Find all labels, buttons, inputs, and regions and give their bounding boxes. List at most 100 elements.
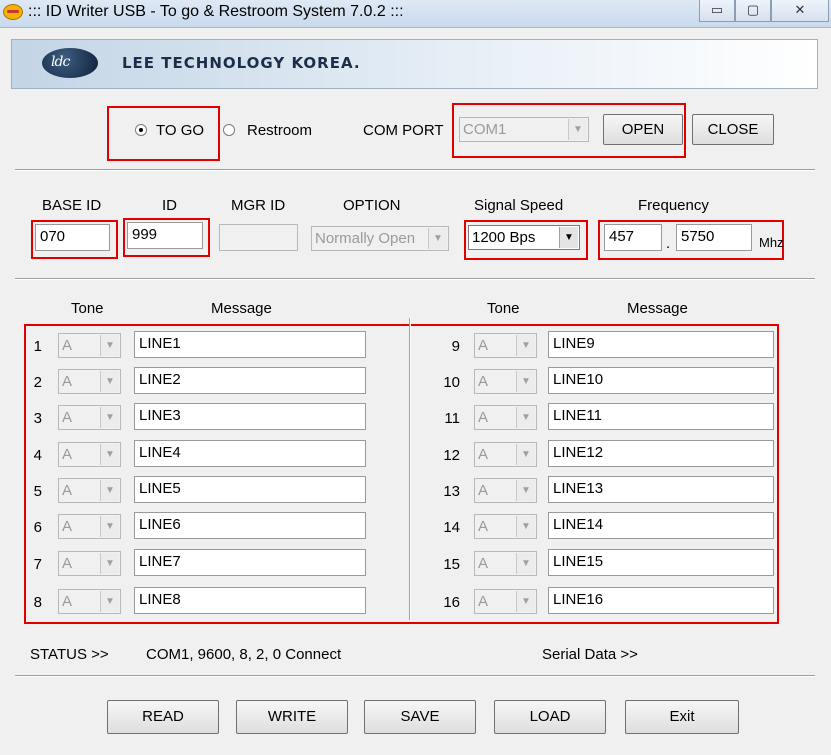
restroom-radio[interactable] (223, 124, 235, 136)
frequency-minor-input[interactable]: 5750 (676, 224, 752, 251)
com-port-select[interactable]: COM1 ▼ (459, 117, 589, 142)
signal-speed-value: 1200 Bps (472, 229, 536, 246)
mgr-id-label: MGR ID (231, 197, 286, 214)
minimize-button[interactable]: ▭ (699, 0, 735, 22)
option-value: Normally Open (315, 230, 416, 247)
chevron-down-icon: ▼ (100, 335, 119, 356)
logo-text: ldc (51, 54, 70, 70)
line-number: 3 (33, 410, 42, 427)
mgr-id-input[interactable] (219, 224, 298, 251)
tone-select[interactable]: A ▼ (58, 333, 121, 358)
load-button[interactable]: LOAD (494, 700, 606, 734)
message-input[interactable]: LINE16 (548, 587, 774, 614)
message-input[interactable]: LINE9 (548, 331, 774, 358)
tone-value: A (478, 482, 489, 499)
company-banner: ldc LEE TECHNOLOGY KOREA. (11, 39, 818, 89)
tone-select[interactable]: A ▼ (58, 478, 121, 503)
frequency-major-input[interactable]: 457 (604, 224, 662, 251)
id-input[interactable]: 999 (127, 222, 203, 249)
tone-value: A (62, 593, 73, 610)
tone-select[interactable]: A ▼ (58, 442, 121, 467)
write-button[interactable]: WRITE (236, 700, 348, 734)
close-window-button[interactable]: ✕ (771, 0, 829, 22)
chevron-down-icon: ▼ (516, 371, 535, 392)
chevron-down-icon: ▼ (559, 227, 578, 248)
tone-value: A (478, 555, 489, 572)
option-label: OPTION (343, 197, 401, 214)
message-input[interactable]: LINE14 (548, 512, 774, 539)
tone-select[interactable]: A ▼ (474, 551, 537, 576)
line-number: 16 (443, 594, 460, 611)
tone-select[interactable]: A ▼ (58, 369, 121, 394)
close-port-button[interactable]: CLOSE (692, 114, 774, 145)
message-input[interactable]: LINE4 (134, 440, 366, 467)
divider (15, 169, 815, 171)
divider (15, 278, 815, 280)
tone-value: A (62, 446, 73, 463)
tone-value: A (478, 518, 489, 535)
title-bar: ::: ID Writer USB - To go & Restroom Sys… (0, 0, 831, 28)
restroom-label[interactable]: Restroom (247, 122, 312, 139)
message-input[interactable]: LINE8 (134, 587, 366, 614)
signal-speed-select[interactable]: 1200 Bps ▼ (468, 225, 580, 250)
tone-select[interactable]: A ▼ (58, 514, 121, 539)
line-number: 12 (443, 447, 460, 464)
message-input[interactable]: LINE1 (134, 331, 366, 358)
line-number: 15 (443, 556, 460, 573)
message-input[interactable]: LINE7 (134, 549, 366, 576)
line-number: 2 (33, 374, 42, 391)
option-select[interactable]: Normally Open ▼ (311, 226, 449, 251)
message-input[interactable]: LINE11 (548, 403, 774, 430)
tone-select[interactable]: A ▼ (474, 333, 537, 358)
tone-select[interactable]: A ▼ (474, 478, 537, 503)
base-id-label: BASE ID (42, 197, 102, 214)
message-input[interactable]: LINE12 (548, 440, 774, 467)
com-port-value: COM1 (463, 121, 507, 138)
message-input[interactable]: LINE15 (548, 549, 774, 576)
id-label: ID (162, 197, 177, 214)
tone-select[interactable]: A ▼ (58, 551, 121, 576)
chevron-down-icon: ▼ (516, 553, 535, 574)
chevron-down-icon: ▼ (100, 553, 119, 574)
line-number: 10 (443, 374, 460, 391)
tone-value: A (62, 555, 73, 572)
message-input[interactable]: LINE5 (134, 476, 366, 503)
open-button[interactable]: OPEN (603, 114, 683, 145)
message-header-left: Message (211, 300, 272, 317)
message-header-right: Message (627, 300, 688, 317)
tone-value: A (62, 409, 73, 426)
base-id-input[interactable]: 070 (35, 224, 110, 251)
frequency-separator: . (666, 235, 671, 252)
line-number: 7 (33, 556, 42, 573)
status-value: COM1, 9600, 8, 2, 0 Connect (146, 646, 342, 663)
tone-select[interactable]: A ▼ (474, 369, 537, 394)
tone-select[interactable]: A ▼ (474, 514, 537, 539)
message-input[interactable]: LINE3 (134, 403, 366, 430)
message-input[interactable]: LINE6 (134, 512, 366, 539)
chevron-down-icon: ▼ (100, 480, 119, 501)
line-number: 1 (33, 338, 42, 355)
save-button[interactable]: SAVE (364, 700, 476, 734)
togo-label[interactable]: TO GO (156, 122, 204, 139)
tone-select[interactable]: A ▼ (474, 442, 537, 467)
chevron-down-icon: ▼ (568, 119, 587, 140)
togo-radio[interactable] (135, 124, 147, 136)
chevron-down-icon: ▼ (516, 516, 535, 537)
message-input[interactable]: LINE13 (548, 476, 774, 503)
tone-select[interactable]: A ▼ (58, 589, 121, 614)
tone-select[interactable]: A ▼ (58, 405, 121, 430)
tone-value: A (478, 409, 489, 426)
exit-button[interactable]: Exit (625, 700, 739, 734)
serial-data-label: Serial Data >> (542, 646, 638, 663)
maximize-button[interactable]: ▢ (735, 0, 771, 22)
chevron-down-icon: ▼ (100, 371, 119, 392)
column-divider (409, 318, 411, 620)
status-label: STATUS >> (30, 646, 109, 663)
read-button[interactable]: READ (107, 700, 219, 734)
message-input[interactable]: LINE2 (134, 367, 366, 394)
tone-select[interactable]: A ▼ (474, 405, 537, 430)
message-input[interactable]: LINE10 (548, 367, 774, 394)
tone-value: A (62, 482, 73, 499)
tone-value: A (62, 337, 73, 354)
tone-select[interactable]: A ▼ (474, 589, 537, 614)
